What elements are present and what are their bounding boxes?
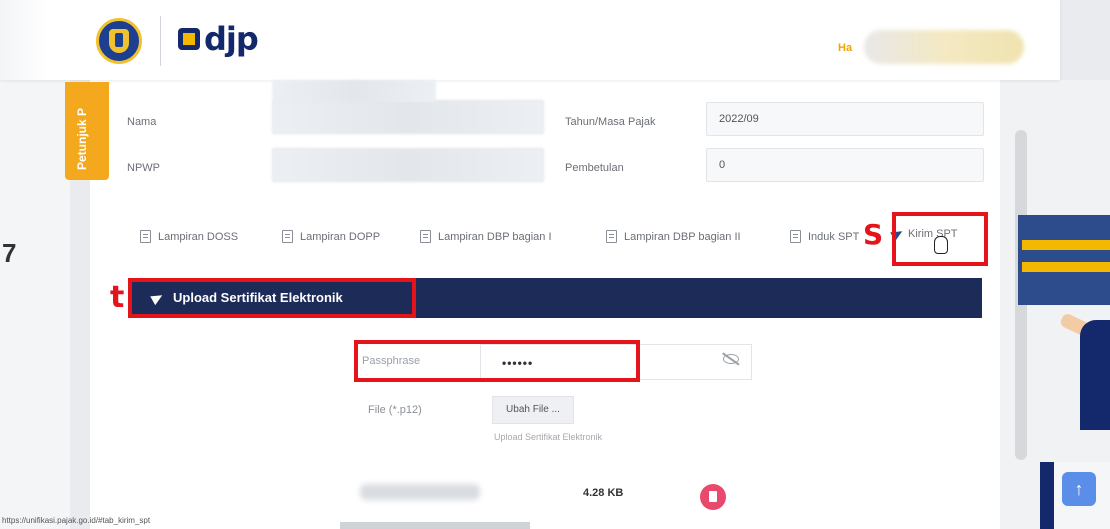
header-divider bbox=[160, 16, 161, 66]
djp-logo-icon bbox=[178, 28, 200, 50]
tab-lampiran-dbp-1[interactable]: Lampiran DBP bagian I bbox=[420, 230, 552, 243]
emblem-logo bbox=[96, 18, 142, 64]
illustration-person bbox=[1080, 320, 1110, 430]
field-overlay bbox=[272, 80, 436, 102]
tab-label: Lampiran DOSS bbox=[158, 230, 239, 243]
illustration-bar bbox=[1022, 240, 1110, 250]
nama-label: Nama bbox=[127, 116, 157, 128]
npwp-label: NPWP bbox=[127, 162, 160, 174]
pembetulan-value: 0 bbox=[719, 159, 726, 171]
greeting-text: Ha bbox=[838, 42, 853, 54]
eye-slash-icon[interactable] bbox=[723, 354, 739, 364]
annotation-letter-s: S bbox=[863, 218, 884, 251]
document-icon bbox=[790, 230, 801, 243]
scroll-top-button[interactable]: ↑ bbox=[1062, 472, 1096, 506]
tahun-label: Tahun/Masa Pajak bbox=[565, 116, 656, 128]
pembetulan-field: 0 bbox=[706, 148, 984, 182]
file-label: File (*.p12) bbox=[368, 404, 422, 416]
tab-label: Lampiran DOPP bbox=[300, 230, 381, 243]
change-file-button[interactable]: Ubah File ... bbox=[492, 396, 574, 424]
pembetulan-label: Pembetulan bbox=[565, 162, 624, 174]
tab-label: Lampiran DBP bagian I bbox=[438, 230, 552, 243]
status-url: https://unifikasi.pajak.go.id/#tab_kirim… bbox=[2, 516, 151, 525]
delete-file-button[interactable] bbox=[700, 484, 726, 510]
djp-logo[interactable]: djp bbox=[178, 20, 259, 58]
document-icon bbox=[282, 230, 293, 243]
annotation-letter-t: t bbox=[110, 280, 125, 315]
annotation-box-kirim bbox=[892, 212, 988, 266]
tab-label: Induk SPT bbox=[808, 230, 860, 243]
uploaded-file-name bbox=[360, 484, 480, 500]
document-icon bbox=[420, 230, 431, 243]
annotation-box-passphrase bbox=[354, 340, 640, 382]
tab-induk-spt[interactable]: Induk SPT bbox=[790, 230, 859, 243]
upload-hint: Upload Sertifikat Elektronik bbox=[494, 432, 603, 442]
screen: 7 ↑ djp Ha Petunjuk P Nama NPWP Tahun/Ma… bbox=[0, 0, 1110, 529]
tahun-field: 2022/09 bbox=[706, 102, 984, 136]
npwp-field bbox=[272, 148, 544, 182]
document-icon bbox=[140, 230, 151, 243]
nama-field bbox=[272, 100, 544, 134]
bottom-bar bbox=[340, 522, 530, 529]
tab-lampiran-dbp-2[interactable]: Lampiran DBP bagian II bbox=[606, 230, 741, 243]
illustration-panel bbox=[1018, 215, 1110, 305]
left-background bbox=[0, 80, 70, 529]
illustration-bar bbox=[1022, 262, 1110, 272]
side-tab-label: Petunjuk P bbox=[75, 107, 89, 170]
top-header: djp Ha bbox=[0, 0, 1060, 80]
file-size: 4.28 KB bbox=[583, 487, 624, 499]
annotation-box-upload bbox=[128, 278, 416, 318]
document-icon bbox=[606, 230, 617, 243]
tab-lampiran-dopp[interactable]: Lampiran DOPP bbox=[282, 230, 380, 243]
tab-lampiran-doss[interactable]: Lampiran DOSS bbox=[140, 230, 238, 243]
tab-label: Lampiran DBP bagian II bbox=[624, 230, 741, 243]
djp-logo-text: djp bbox=[204, 20, 259, 58]
left-edge-glyph: 7 bbox=[2, 238, 17, 268]
tahun-value: 2022/09 bbox=[719, 113, 759, 125]
user-menu[interactable] bbox=[864, 30, 1024, 64]
